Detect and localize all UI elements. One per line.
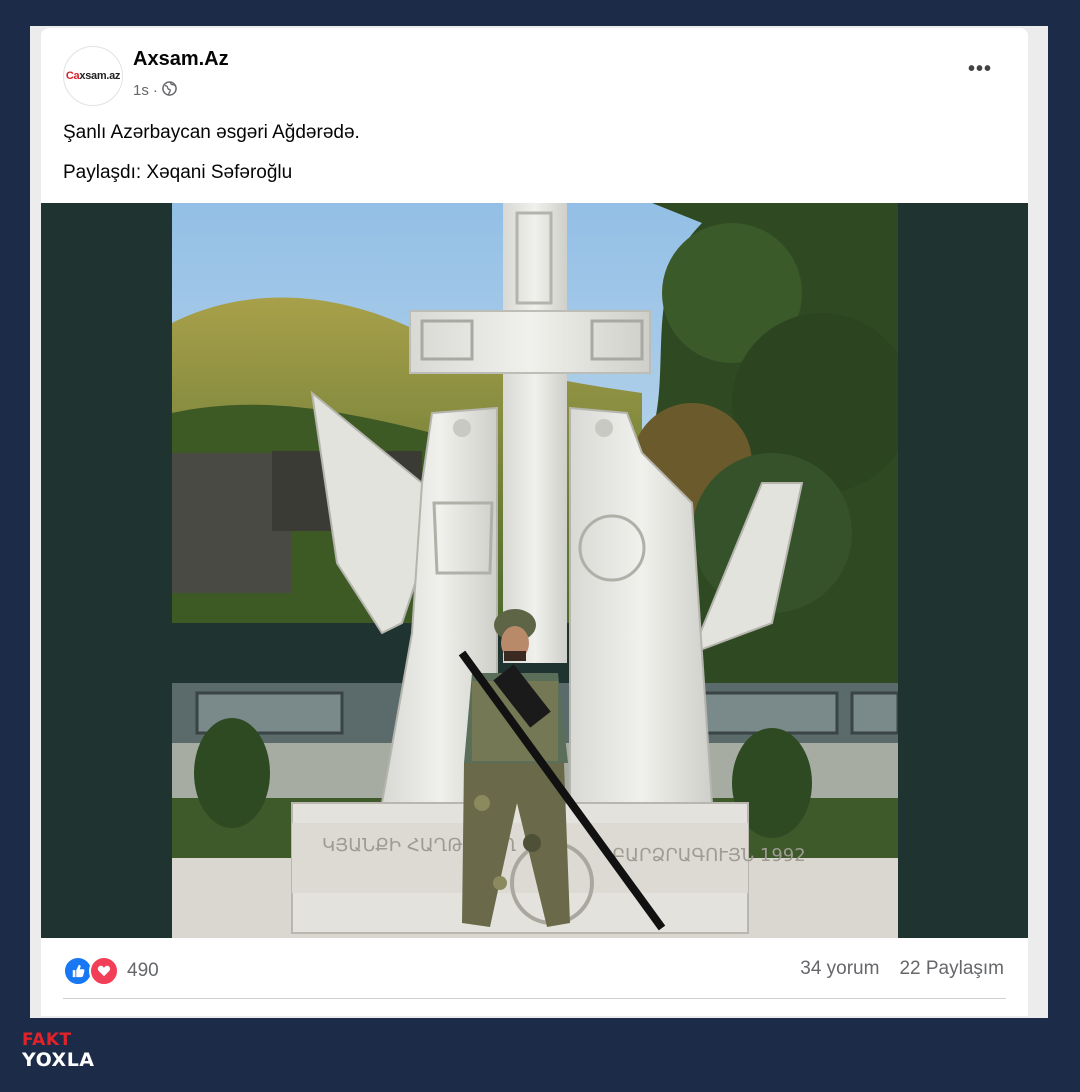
logo-line2: YOXLA	[22, 1049, 95, 1071]
fakt-yoxla-logo: FAKT YOXLA	[22, 1030, 95, 1072]
meta-separator: ·	[152, 82, 158, 99]
globe-icon	[162, 81, 177, 100]
logo-line1: FAKT	[22, 1030, 72, 1050]
post-photo[interactable]: ԿՅԱՆՔԻ ՀԱՂԹԱԿՈՂ ԲԱՐՁՐԱԳՈՒՅՆ 1992	[172, 203, 898, 938]
post-meta: 1s ·	[133, 81, 177, 100]
post-author[interactable]: Axsam.Az	[133, 48, 229, 71]
avatar-logo-red: Ca	[65, 70, 80, 82]
page-avatar[interactable]: Ca xsam.az	[63, 46, 123, 106]
post-text-line1: Şanlı Azərbaycan əsgəri Ağdərədə.	[63, 122, 360, 143]
post-time[interactable]: 1s	[133, 82, 149, 99]
reactions-summary[interactable]: 490	[63, 956, 159, 986]
actions-divider	[63, 998, 1006, 999]
more-options-icon[interactable]: •••	[968, 58, 992, 81]
post-stats: 34 yorum 22 Paylaşım	[800, 958, 1004, 980]
reactions-count: 490	[127, 960, 159, 981]
love-icon	[89, 956, 119, 986]
post-text-line2: Paylaşdı: Xəqani Səfəroğlu	[63, 162, 293, 183]
post-media[interactable]: ԿՅԱՆՔԻ ՀԱՂԹԱԿՈՂ ԲԱՐՁՐԱԳՈՒՅՆ 1992	[41, 203, 1028, 938]
facebook-post-card: Ca xsam.az Axsam.Az 1s · ••• Şanlı Azərba…	[41, 28, 1028, 1016]
inscription-right: ԲԱՐՁՐԱԳՈՒՅՆ 1992	[612, 845, 806, 866]
comments-count[interactable]: 34 yorum	[800, 958, 879, 980]
avatar-logo-text: xsam.az	[79, 70, 121, 82]
shares-count[interactable]: 22 Paylaşım	[899, 958, 1004, 980]
